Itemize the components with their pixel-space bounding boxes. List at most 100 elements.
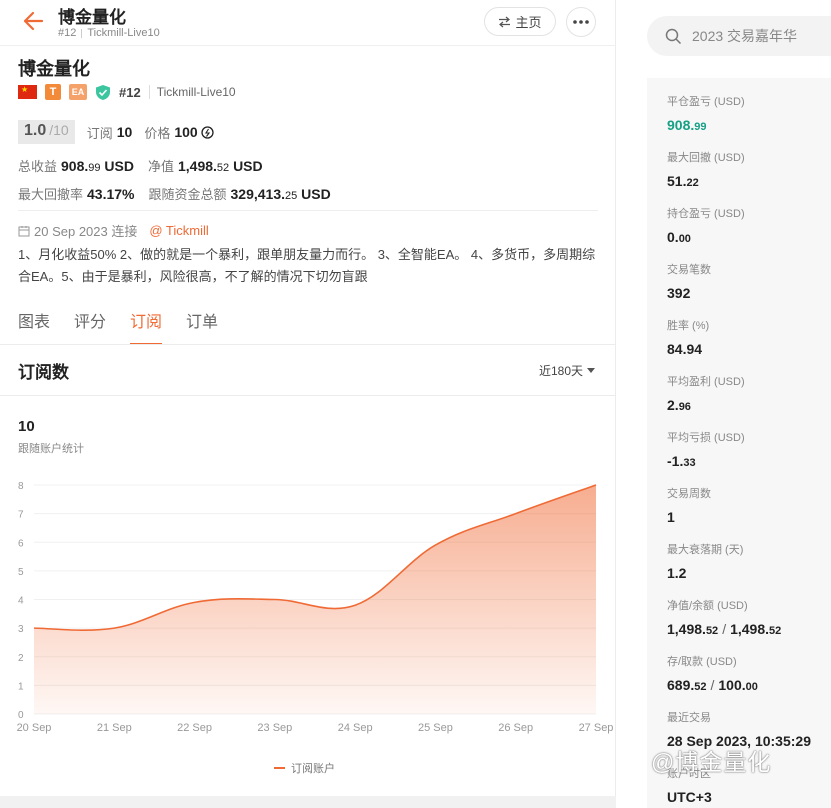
price-label: 价格 xyxy=(144,125,171,141)
metric-label: 持仓盈亏 (USD) xyxy=(667,208,745,220)
tab-chart[interactable]: 图表 xyxy=(18,303,50,345)
metric-label: 净值/余额 (USD) xyxy=(667,600,748,612)
metric-value: 1 xyxy=(667,509,675,525)
total-profit-value: 908.99 USD xyxy=(61,158,134,174)
metric-value: -1.33 xyxy=(667,453,696,469)
connection-row: 20 Sep 2023 连接 @ Tickmill xyxy=(18,221,209,240)
strategy-name: 博金量化 xyxy=(18,59,90,79)
metric-value: 2.96 xyxy=(667,397,691,413)
rating-max: /10 xyxy=(49,122,69,138)
verified-shield-icon xyxy=(96,84,110,100)
x-tick-label: 25 Sep xyxy=(418,722,453,734)
x-tick-label: 23 Sep xyxy=(257,722,292,734)
coin-icon xyxy=(201,125,214,139)
metric-label: 胜率 (%) xyxy=(667,320,710,332)
subscribe-label: 订阅 xyxy=(86,125,113,141)
y-tick-label: 4 xyxy=(18,596,24,607)
drawdown-row: 最大回撤率 43.17% 跟随资金总额 329,413.25 USD xyxy=(18,184,345,203)
rank-label: #12 xyxy=(119,84,141,100)
metric-label: 交易周数 xyxy=(667,488,711,500)
trader-badge: T xyxy=(45,84,61,100)
back-arrow-icon[interactable] xyxy=(22,10,44,32)
broker-link[interactable]: @ Tickmill xyxy=(149,223,208,238)
metric-item: 平仓盈亏 (USD) 908.99 xyxy=(667,93,745,133)
total-profit-label: 总收益 xyxy=(18,159,58,174)
tab-bar: 图表 评分 订阅 订单 xyxy=(18,303,218,345)
server-label: Tickmill-Live10 xyxy=(148,85,236,99)
metric-value: 689.52/100.00 xyxy=(667,677,758,693)
side-panel: 2023 交易嘉年华 平仓盈亏 (USD) 908.99 最大回撤 (USD) 51.… xyxy=(616,0,831,808)
header-subtitle: #12 Tickmill-Live10 xyxy=(58,27,160,39)
swap-icon xyxy=(499,16,511,27)
metric-value: UTC+3 xyxy=(667,789,712,805)
metric-item: 最大衰落期 (天) 1.2 xyxy=(667,541,743,581)
metric-label: 平仓盈亏 (USD) xyxy=(667,96,745,108)
x-tick-label: 22 Sep xyxy=(177,722,212,734)
metric-value: 1.2 xyxy=(667,565,687,581)
y-tick-label: 1 xyxy=(18,681,24,692)
metric-item: 交易笔数 392 xyxy=(667,261,711,301)
legend-label: 订阅账户 xyxy=(291,763,335,775)
metric-value: 51.22 xyxy=(667,173,699,189)
rating-value: 1.0 xyxy=(24,122,47,139)
tab-rating[interactable]: 评分 xyxy=(74,303,106,345)
metric-item: 存/取款 (USD) 689.52/100.00 xyxy=(667,653,758,693)
home-button[interactable]: 主页 xyxy=(484,7,556,36)
tab-orders[interactable]: 订单 xyxy=(186,303,218,345)
metric-label: 平均盈利 (USD) xyxy=(667,376,745,388)
metric-value: 1,498.52/1,498.52 xyxy=(667,621,782,637)
equity-value: 1,498.52 USD xyxy=(177,158,263,174)
metric-value: 84.94 xyxy=(667,341,703,357)
search-box[interactable]: 2023 交易嘉年华 xyxy=(647,16,831,56)
y-tick-label: 8 xyxy=(18,481,24,492)
metrics-panel: 平仓盈亏 (USD) 908.99 最大回撤 (USD) 51.22 持仓盈亏 (USD… xyxy=(647,78,831,808)
current-count-label: 跟随账户统计 xyxy=(18,443,84,455)
y-tick-label: 2 xyxy=(18,653,24,664)
x-tick-label: 21 Sep xyxy=(97,722,132,734)
metric-item: 持仓盈亏 (USD) 0.00 xyxy=(667,205,745,245)
divider xyxy=(18,210,598,211)
tabs-divider xyxy=(0,344,616,345)
range-dropdown[interactable]: 近180天 xyxy=(539,362,596,379)
subscription-chart: 0 1 2 3 4 5 6 7 8 20 Sep 21 Sep 22 Sep 23 Sep 24 Sep 2… xyxy=(17,481,614,734)
tab-subscriptions[interactable]: 订阅 xyxy=(130,303,163,345)
metric-label: 最大衰落期 (天) xyxy=(667,544,744,556)
range-label: 近180天 xyxy=(539,364,584,378)
header-title: 博金量化 xyxy=(58,8,126,27)
metric-label: 平均亏损 (USD) xyxy=(667,432,745,444)
top-bar: 博金量化 #12 Tickmill-Live10 主页 xyxy=(0,0,616,46)
current-count: 10 xyxy=(18,418,35,435)
equity-label: 净值 xyxy=(147,159,174,174)
metric-item: 胜率 (%) 84.94 xyxy=(667,317,709,357)
more-button[interactable] xyxy=(566,7,596,37)
metric-label: 交易笔数 xyxy=(667,264,711,276)
x-tick-label: 24 Sep xyxy=(338,722,373,734)
home-button-label: 主页 xyxy=(515,15,542,30)
metric-label: 最近交易 xyxy=(667,712,711,724)
y-tick-label: 3 xyxy=(18,624,24,635)
header-server: Tickmill-Live10 xyxy=(87,27,160,39)
x-tick-label: 27 Sep xyxy=(579,722,614,734)
rating-box: 1.0 /10 xyxy=(18,120,75,144)
y-tick-label: 0 xyxy=(18,710,24,721)
metric-item: 最大回撤 (USD) 51.22 xyxy=(667,149,745,189)
metric-item: 平均亏损 (USD) -1.33 xyxy=(667,429,745,469)
bottom-bar xyxy=(0,796,616,808)
ea-badge: EA xyxy=(69,84,87,100)
metric-value: 392 xyxy=(667,285,691,301)
max-drawdown-value: 43.17% xyxy=(87,186,135,202)
watermark: @博金量化 xyxy=(651,749,772,775)
follow-funds-label: 跟随资金总额 xyxy=(148,187,227,202)
connect-date: 20 Sep 2023 连接 xyxy=(34,224,138,239)
price-value: 100 xyxy=(174,124,198,140)
rating-row: 1.0 /10 订阅 10 价格 100 xyxy=(18,120,214,144)
chart-legend[interactable]: 订阅账户 xyxy=(274,760,335,776)
search-placeholder: 2023 交易嘉年华 xyxy=(692,28,798,44)
metric-item: 平均盈利 (USD) 2.96 xyxy=(667,373,745,413)
max-drawdown-label: 最大回撤率 xyxy=(18,187,84,202)
main-panel: 博金量化 #12 Tickmill-Live10 主页 博金量化 ★ T EA xyxy=(0,0,616,808)
follow-funds-value: 329,413.25 USD xyxy=(230,186,331,202)
profit-row: 总收益 908.99 USD 净值 1,498.52 USD xyxy=(18,156,277,175)
china-flag-icon: ★ xyxy=(18,85,37,99)
section-divider xyxy=(0,395,616,396)
